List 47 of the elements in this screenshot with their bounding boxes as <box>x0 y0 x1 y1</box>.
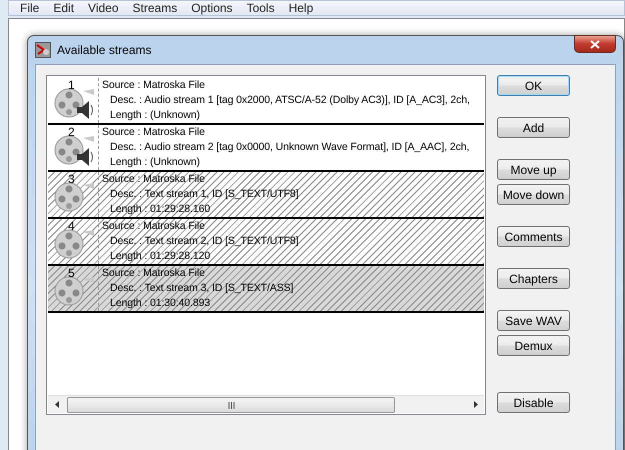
stream-number: 3 <box>68 172 75 186</box>
stream-description: Desc. : Text stream 3, ID [S_TEXT/ASS] <box>109 281 294 296</box>
close-button[interactable] <box>574 35 616 53</box>
stream-source: Source : Matroska File <box>102 78 206 93</box>
stream-description: Desc. : Text stream 2, ID [S_TEXT/UTF8] <box>109 234 298 249</box>
menu-item[interactable]: File <box>13 1 46 15</box>
menu-item[interactable]: Edit <box>46 1 82 15</box>
dialog-button[interactable]: Save WAV <box>497 310 570 331</box>
stream-source: Source : Matroska File <box>102 172 206 187</box>
dialog-button[interactable]: Chapters <box>497 268 570 289</box>
menu-item[interactable]: Video <box>81 1 126 15</box>
stream-number: 2 <box>68 125 75 139</box>
stream-length: Length : (Unknown) <box>109 108 201 123</box>
stream-number: 5 <box>68 266 75 280</box>
stream-description: Desc. : Text stream 1, ID [S_TEXT/UTF8] <box>109 187 298 202</box>
right-arrow-icon[interactable] <box>474 401 478 408</box>
stream-row[interactable]: 1 Source : Matroska File Desc. : Audio stream 1 [tag 0x2000, ATSC/A-52 (Dolby AC3)], ID [A_AC3], 2ch, Length : (Unknown) <box>48 78 484 125</box>
stream-source: Source : Matroska File <box>102 219 206 234</box>
stream-length: Length : (Unknown) <box>109 155 201 170</box>
dialog-button[interactable]: Demux <box>497 335 570 356</box>
stream-number: 1 <box>68 78 75 92</box>
horizontal-scrollbar[interactable] <box>48 395 484 413</box>
stream-length: Length : 01:30:40.893 <box>109 296 212 311</box>
dialog-title: Available streams <box>57 43 152 57</box>
stream-number: 4 <box>68 219 75 233</box>
left-arrow-icon[interactable] <box>54 401 58 408</box>
dialog-button[interactable]: Add <box>497 117 570 138</box>
menu-item[interactable]: Streams <box>126 1 184 15</box>
stream-source: Source : Matroska File <box>102 266 206 281</box>
scrollbar-thumb[interactable] <box>67 397 395 413</box>
dialog-button[interactable]: Move down <box>497 184 570 205</box>
dialog-button[interactable]: OK <box>497 75 570 96</box>
menu-item[interactable]: Tools <box>240 1 282 15</box>
stream-source: Source : Matroska File <box>102 125 206 140</box>
stream-row[interactable]: 2 Source : Matroska File Desc. : Audio stream 2 [tag 0x0000, Unknown Wave Format], ID [A_AAC], 2ch, Length : (Unknown) <box>48 125 484 172</box>
stream-description: Desc. : Audio stream 1 [tag 0x2000, ATSC/A-52 (Dolby AC3)], ID [A_AC3], 2ch, <box>109 93 470 108</box>
grip-icon <box>228 402 234 408</box>
menu-item[interactable]: Help <box>282 1 320 15</box>
stream-length: Length : 01:29:28.120 <box>109 249 212 264</box>
app-icon <box>35 42 51 58</box>
stream-description: Desc. : Audio stream 2 [tag 0x0000, Unknown Wave Format], ID [A_AAC], 2ch, <box>109 140 470 155</box>
dialog-button[interactable]: Disable <box>497 392 570 413</box>
close-icon <box>590 40 600 48</box>
dialog-button[interactable]: Comments <box>497 226 570 247</box>
menu-item[interactable]: Options <box>184 1 240 15</box>
stream-length: Length : 01:29:28.160 <box>109 202 212 217</box>
dialog-button[interactable]: Move up <box>497 159 570 180</box>
